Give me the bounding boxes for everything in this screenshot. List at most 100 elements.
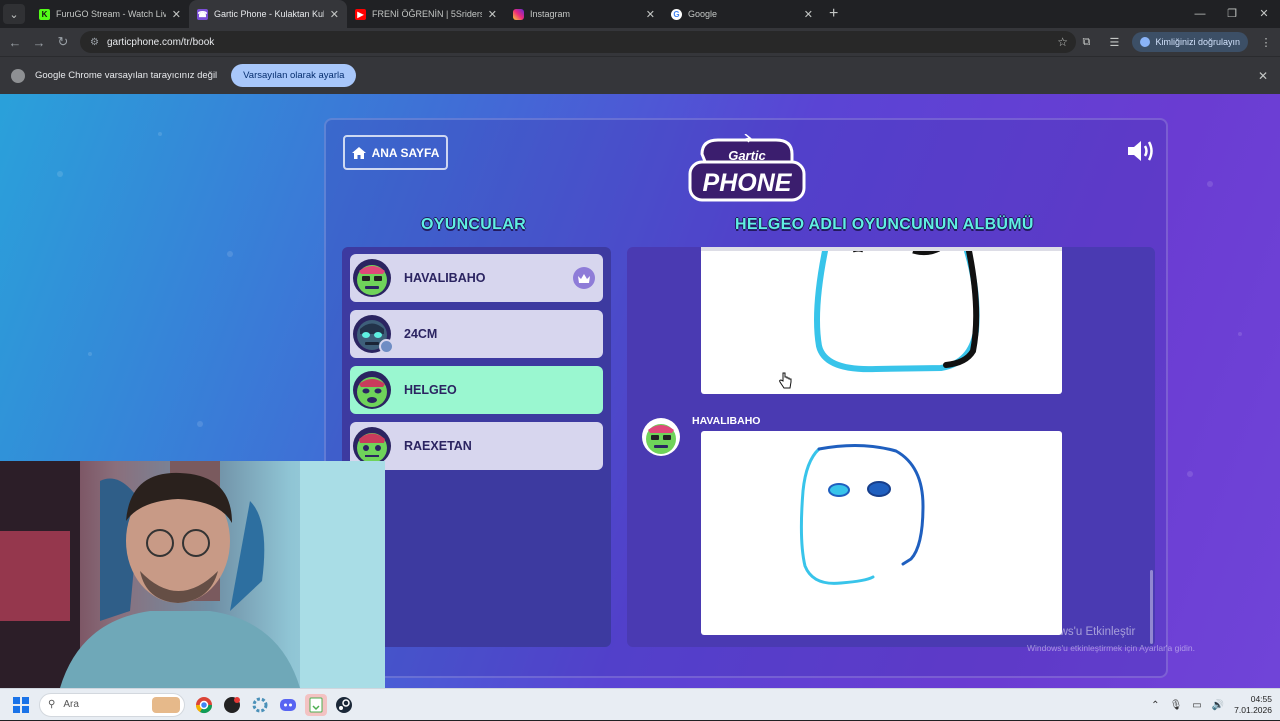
close-tab-icon[interactable]: ✕: [804, 8, 813, 21]
clock-date: 7.01.2026: [1234, 705, 1272, 715]
player-name: HELGEO: [404, 383, 457, 397]
windows-activation-title: Windows'u Etkinleştir: [1027, 626, 1136, 638]
browser-tab-strip: ⌄ K FuruGO Stream - Watch Live o ✕ ☎ Gar…: [0, 0, 1280, 28]
album-drawing-current: [701, 431, 1062, 635]
album-author-name: HAVALIBAHO: [692, 415, 761, 427]
player-name: RAEXETAN: [404, 439, 472, 453]
player-item-helgeo[interactable]: HELGEO: [350, 366, 603, 414]
streamer-video: [0, 461, 385, 688]
search-highlight-icon: [152, 696, 180, 713]
taskbar-clock[interactable]: 04:55 7.01.2026: [1234, 694, 1272, 716]
chrome-icon: [11, 68, 25, 83]
back-icon[interactable]: ←: [3, 35, 27, 50]
close-window-icon[interactable]: ✕: [1248, 0, 1280, 28]
home-icon: [351, 146, 366, 159]
chrome-taskbar-icon[interactable]: [193, 694, 215, 716]
chevron-up-icon[interactable]: ⌃: [1151, 700, 1159, 711]
taskbar-search[interactable]: ⚲ Ara: [39, 692, 185, 717]
steam-taskbar-icon[interactable]: [333, 694, 355, 716]
player-avatar: [353, 427, 391, 465]
windows-start-icon[interactable]: [13, 696, 29, 713]
hand-cursor-icon: [779, 372, 792, 389]
new-tab-icon[interactable]: +: [829, 5, 838, 23]
profile-label: Kimliğinizi doğrulayın: [1155, 37, 1240, 47]
menu-kebab-icon[interactable]: ⋮: [1252, 36, 1280, 49]
profile-button[interactable]: Kimliğinizi doğrulayın: [1132, 32, 1248, 52]
close-tab-icon[interactable]: ✕: [488, 8, 497, 21]
browser-toolbar: ← → ↻ ⚙ garticphone.com/tr/book ☆ ⧉ ☰ Ki…: [0, 28, 1280, 56]
players-heading: OYUNCULAR: [421, 216, 526, 233]
display-icon[interactable]: ▭: [1192, 700, 1201, 711]
discord-taskbar-icon[interactable]: [277, 694, 299, 716]
tab-title: Google: [688, 9, 718, 19]
drawing-canvas: [799, 443, 925, 585]
album-scrollbar[interactable]: [1150, 570, 1153, 644]
guest-badge-icon: [379, 339, 394, 354]
file-taskbar-icon[interactable]: [305, 693, 327, 716]
tab-search-icon[interactable]: ⌄: [3, 4, 25, 24]
system-tray: ⌃ 🎙 ▭ 🔊 04:55 7.01.2026: [1151, 689, 1272, 721]
gartic-icon: ☎: [197, 8, 208, 20]
windows-taskbar: ⚲ Ara ⌃ 🎙 ▭ 🔊 04:55 7.01.2026: [0, 688, 1280, 720]
reload-icon[interactable]: ↻: [51, 34, 75, 50]
gartic-phone-logo: Gartic PHONE: [688, 134, 806, 202]
windows-activation-hint: Windows'u etkinleştirmek için Ayarlar'a …: [1027, 643, 1195, 653]
instagram-icon: [513, 8, 524, 20]
player-item-havalibaho[interactable]: HAVALIBAHO: [350, 254, 603, 302]
close-infobar-icon[interactable]: ✕: [1258, 69, 1268, 83]
youtube-icon: ▶: [355, 8, 366, 20]
profile-icon: [1140, 37, 1151, 47]
logo-bottom-text: PHONE: [703, 169, 793, 197]
player-avatar: [353, 371, 391, 409]
bookmark-star-icon[interactable]: ☆: [1057, 35, 1068, 49]
close-tab-icon[interactable]: ✕: [646, 8, 655, 21]
microphone-icon[interactable]: 🎙: [1170, 700, 1183, 711]
app-taskbar-icon[interactable]: [221, 694, 243, 716]
set-default-button[interactable]: Varsayılan olarak ayarla: [231, 64, 357, 87]
home-button[interactable]: ANA SAYFA: [343, 135, 448, 170]
address-bar[interactable]: ⚙ garticphone.com/tr/book ☆: [80, 31, 1076, 53]
extensions-icon[interactable]: ⧉: [1072, 36, 1100, 49]
album-drawing-previous: [701, 246, 1062, 394]
clock-time: 04:55: [1250, 694, 1272, 704]
google-icon: G: [671, 8, 682, 20]
forward-icon[interactable]: →: [27, 35, 51, 50]
webcam-overlay: [0, 461, 385, 688]
minimize-icon[interactable]: —: [1184, 0, 1216, 28]
close-tab-icon[interactable]: ✕: [330, 8, 339, 21]
logo-top-text: Gartic: [728, 148, 766, 163]
player-avatar: [353, 259, 391, 297]
tab-title: Instagram: [530, 9, 571, 19]
player-name: 24CM: [404, 327, 438, 341]
infobar-message: Google Chrome varsayılan tarayıcınız değ…: [35, 70, 218, 81]
home-button-label: ANA SAYFA: [371, 145, 440, 160]
tab-youtube[interactable]: ▶ FRENİ ÖĞRENİN | 5Sriders | Mo ✕: [347, 0, 505, 28]
window-controls: — ❐ ✕: [1184, 0, 1280, 28]
player-item-raexetan[interactable]: RAEXETAN: [350, 422, 603, 470]
album-heading: HELGEO ADLI OYUNCUNUN ALBÜMÜ: [735, 216, 1034, 233]
player-item-24cm[interactable]: 24CM: [350, 310, 603, 358]
crown-icon: [573, 267, 595, 289]
close-tab-icon[interactable]: ✕: [172, 8, 181, 21]
drawing-canvas: [814, 246, 980, 373]
tab-google[interactable]: G Google ✕: [663, 0, 821, 28]
reading-list-icon[interactable]: ☰: [1100, 36, 1128, 49]
url-text: garticphone.com/tr/book: [106, 36, 215, 48]
search-placeholder: Ara: [63, 699, 79, 710]
settings-taskbar-icon[interactable]: [249, 694, 271, 716]
restore-icon[interactable]: ❐: [1216, 0, 1248, 28]
tab-title: Gartic Phone - Kulaktan Kulağa: [214, 9, 324, 19]
player-name: HAVALIBAHO: [404, 271, 486, 285]
tab-title: FuruGO Stream - Watch Live o: [56, 9, 166, 19]
speaker-icon[interactable]: [1126, 138, 1156, 164]
search-icon: ⚲: [48, 699, 56, 710]
tab-instagram[interactable]: Instagram ✕: [505, 0, 663, 28]
default-browser-infobar: Google Chrome varsayılan tarayıcınız değ…: [0, 56, 1280, 94]
album-author-avatar: [641, 417, 681, 457]
tab-gartic[interactable]: ☎ Gartic Phone - Kulaktan Kulağa ✕: [189, 0, 347, 28]
tab-title: FRENİ ÖĞRENİN | 5Sriders | Mo: [372, 9, 482, 19]
volume-icon[interactable]: 🔊: [1212, 700, 1224, 711]
site-info-icon[interactable]: ⚙: [90, 37, 99, 48]
kick-icon: K: [39, 8, 50, 20]
tab-furugo[interactable]: K FuruGO Stream - Watch Live o ✕: [31, 0, 189, 28]
